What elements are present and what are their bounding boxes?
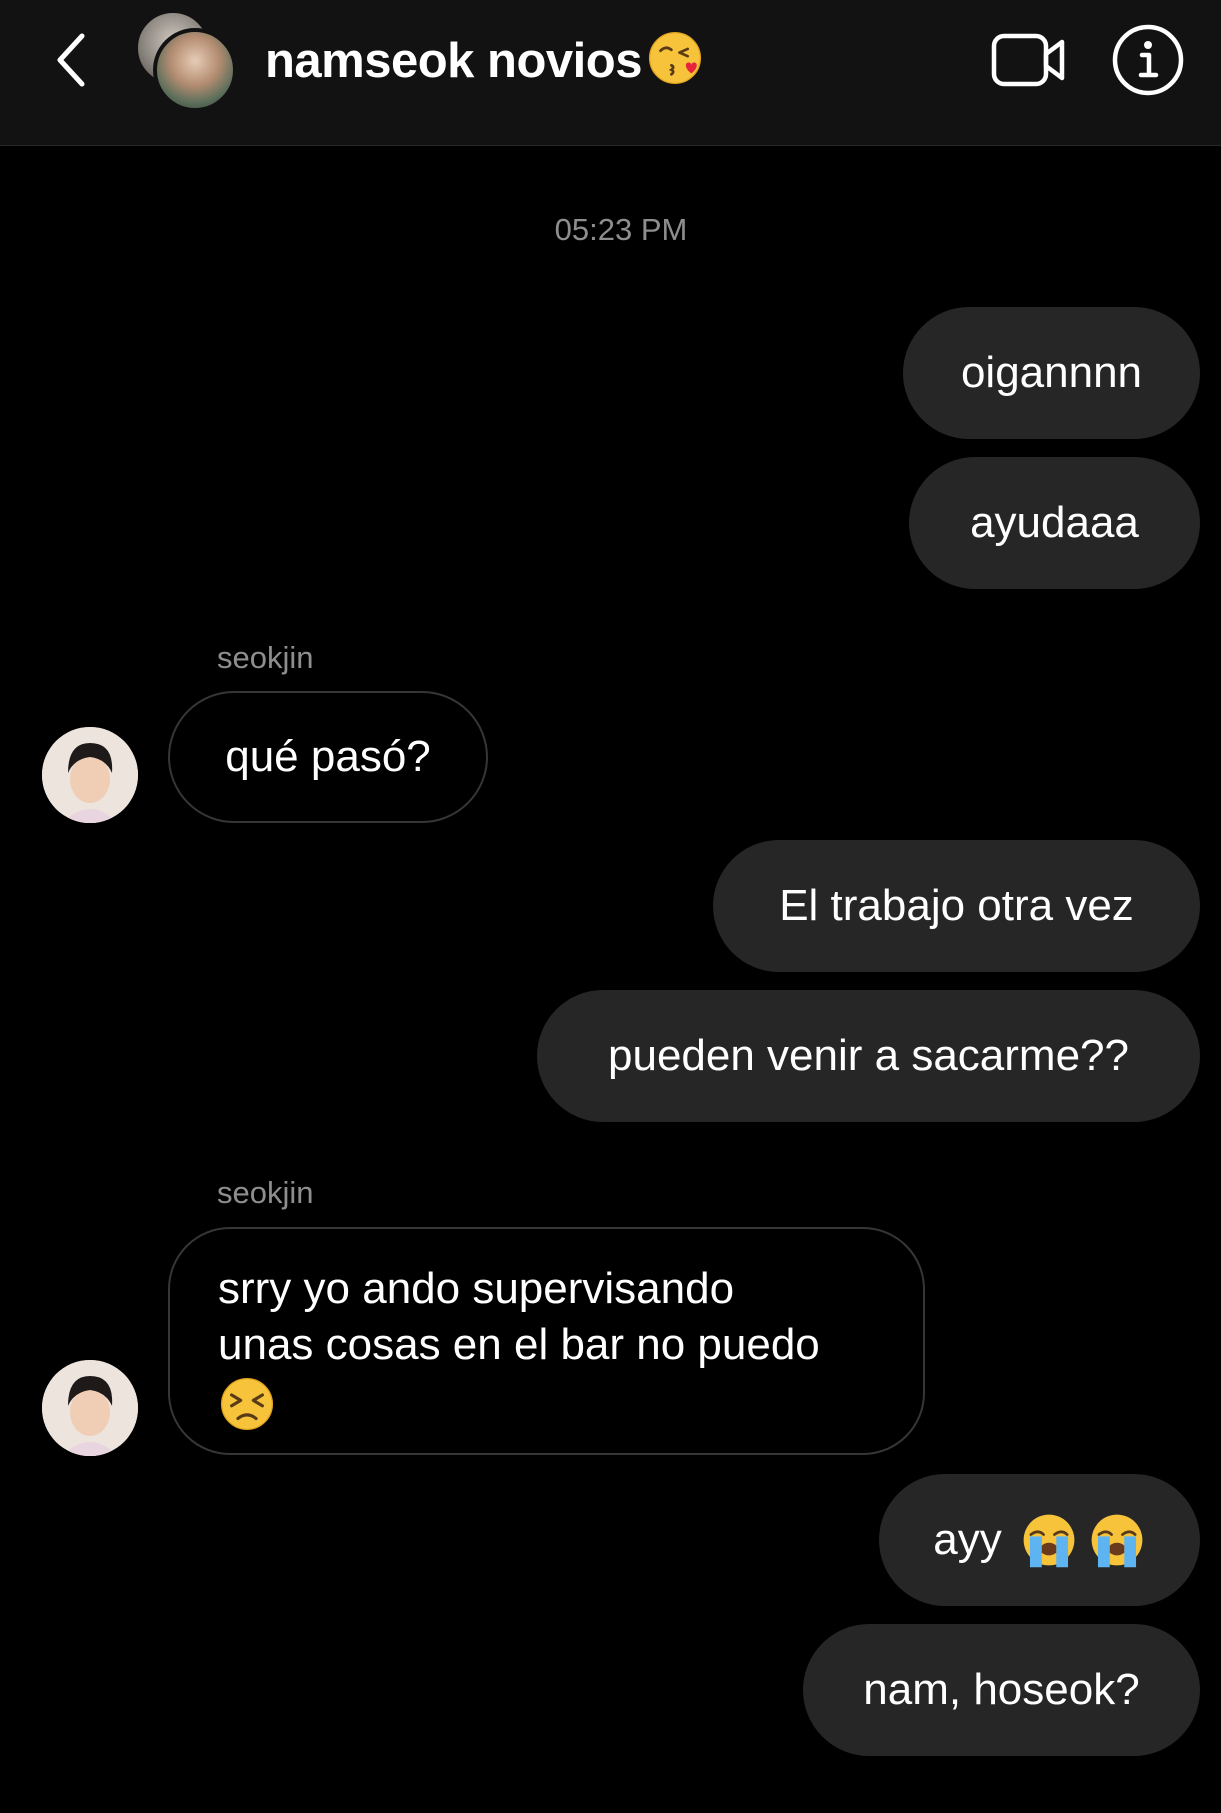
back-button[interactable]	[40, 22, 100, 98]
timestamp: 05:23 PM	[554, 212, 688, 247]
persevering-face-emoji	[220, 1377, 274, 1431]
message-bubble-sent[interactable]: El trabajo otra vez	[713, 840, 1200, 972]
group-avatar-front	[153, 28, 237, 112]
chat-header: namseok novios	[0, 0, 1221, 146]
message-text-line: srry yo ando supervisando	[218, 1264, 735, 1313]
chevron-left-icon	[57, 33, 85, 87]
message-bubble-received[interactable]: qué pasó?	[168, 691, 488, 823]
avatar[interactable]	[42, 727, 138, 823]
seokjin-avatar-image	[42, 727, 138, 823]
sender-name: seokjin	[217, 640, 314, 675]
message-text: ayy	[933, 1515, 1002, 1564]
message-bubble-sent[interactable]: nam, hoseok?	[803, 1624, 1200, 1756]
chat-title: namseok novios	[265, 34, 642, 88]
sender-name: seokjin	[217, 1175, 314, 1210]
message-bubble-sent[interactable]: pueden venir a sacarme??	[537, 990, 1200, 1122]
message-text: El trabajo otra vez	[779, 881, 1134, 930]
message-bubble-sent[interactable]: oigannnn	[903, 307, 1200, 439]
message-text: pueden venir a sacarme??	[608, 1031, 1129, 1080]
message-text: qué pasó?	[225, 732, 431, 781]
group-avatar[interactable]	[135, 10, 240, 112]
chat-title-container[interactable]: namseok novios	[265, 28, 704, 94]
info-button[interactable]	[1110, 22, 1186, 98]
seokjin-avatar-image	[42, 1360, 138, 1456]
loudly-crying-face-emoji	[1091, 1514, 1143, 1568]
video-camera-icon	[991, 33, 1065, 87]
message-bubble-sent[interactable]: ayudaaa	[909, 457, 1200, 589]
info-icon	[1112, 24, 1184, 96]
message-bubble-sent[interactable]: ayy	[879, 1474, 1200, 1606]
message-text-line: unas cosas en el bar no puedo	[218, 1320, 820, 1369]
message-text: ayudaaa	[970, 498, 1139, 547]
face-blowing-kiss-emoji	[648, 31, 702, 85]
message-text: oigannnn	[960, 348, 1143, 397]
video-call-button[interactable]	[988, 22, 1070, 98]
avatar[interactable]	[42, 1360, 138, 1456]
message-text: nam, hoseok?	[863, 1665, 1140, 1714]
message-bubble-received[interactable]: srry yo ando supervisando unas cosas en …	[168, 1227, 925, 1455]
loudly-crying-face-emoji	[1023, 1514, 1075, 1568]
